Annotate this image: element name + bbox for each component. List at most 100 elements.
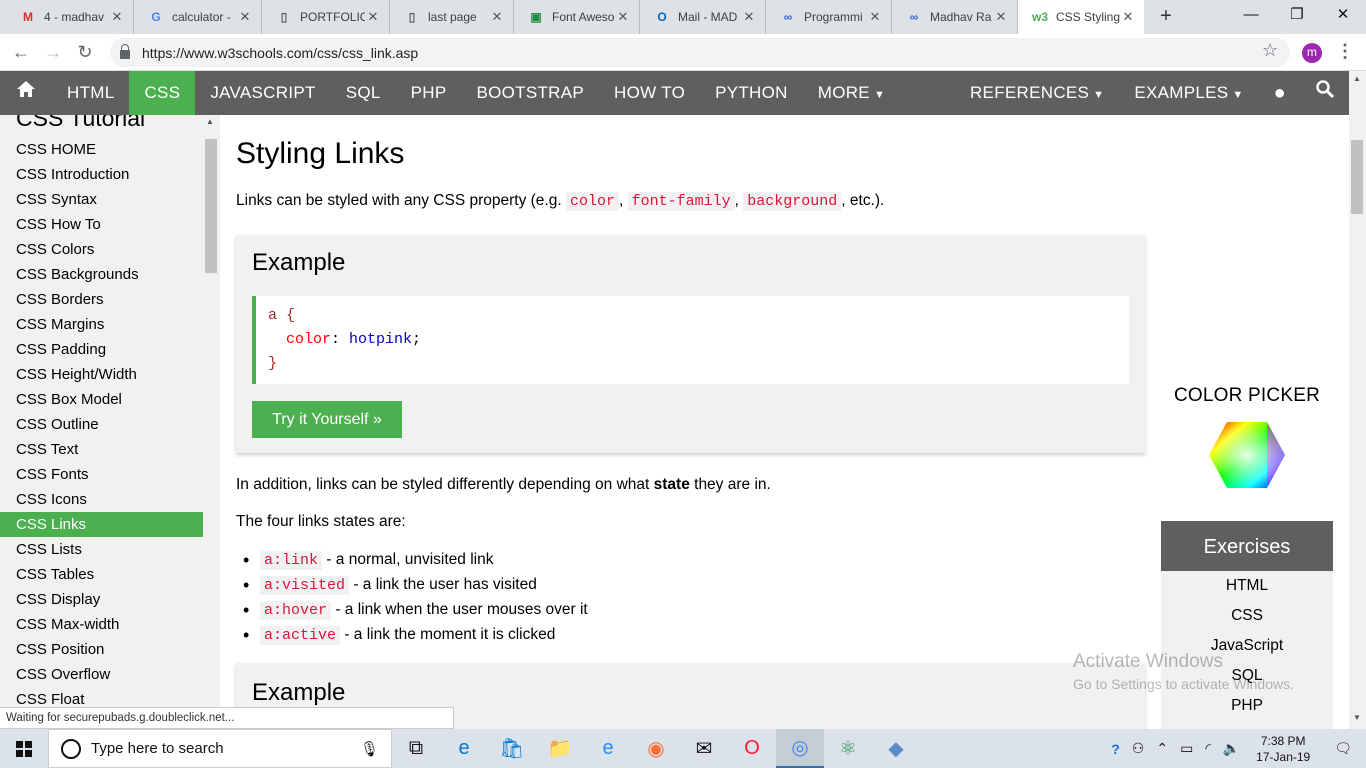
sidebar-item-css-margins[interactable]: CSS Margins xyxy=(0,312,203,337)
volume-icon[interactable]: 🔈 xyxy=(1217,740,1246,757)
restore-button[interactable]: ❐ xyxy=(1274,0,1320,30)
clock[interactable]: 7:38 PM 17-Jan-19 xyxy=(1246,733,1320,765)
edge-icon[interactable]: e xyxy=(440,729,488,768)
sidebar-item-css-fonts[interactable]: CSS Fonts xyxy=(0,462,203,487)
sidebar-item-css-links[interactable]: CSS Links xyxy=(0,512,203,537)
forward-button[interactable]: → xyxy=(40,40,66,64)
firefox-icon[interactable]: ◉ xyxy=(632,729,680,768)
nav-item-examples[interactable]: EXAMPLES ▼ xyxy=(1119,71,1258,115)
address-bar[interactable]: https://www.w3schools.com/css/css_link.a… xyxy=(110,38,1290,67)
scroll-up-arrow-icon[interactable]: ▲ xyxy=(206,117,214,126)
chrome-icon[interactable]: ◎ xyxy=(776,729,824,768)
page-scroll-up-icon[interactable]: ▲ xyxy=(1353,74,1361,83)
browser-menu-icon[interactable]: ⋮ xyxy=(1336,41,1354,62)
page-scroll-down-icon[interactable]: ▼ xyxy=(1353,713,1361,722)
tab-close-icon[interactable]: ✕ xyxy=(741,9,757,25)
minimize-button[interactable]: — xyxy=(1228,0,1274,30)
people-icon[interactable]: ⚇ xyxy=(1126,740,1151,757)
sidebar-item-css-padding[interactable]: CSS Padding xyxy=(0,337,203,362)
color-picker-title[interactable]: COLOR PICKER xyxy=(1161,385,1333,407)
sidebar-item-css-how-to[interactable]: CSS How To xyxy=(0,212,203,237)
sidebar-item-css-text[interactable]: CSS Text xyxy=(0,437,203,462)
sidebar-scrollbar-thumb[interactable] xyxy=(205,139,217,273)
globe-icon[interactable]: ● xyxy=(1259,71,1301,115)
wifi-icon[interactable]: ◜ xyxy=(1199,740,1216,757)
tab-close-icon[interactable]: ✕ xyxy=(993,9,1009,25)
task-view-icon[interactable]: ⧉ xyxy=(392,729,440,768)
search-icon[interactable] xyxy=(1301,71,1349,115)
tab-close-icon[interactable]: ✕ xyxy=(1120,9,1136,25)
back-button[interactable]: ← xyxy=(8,40,34,64)
microphone-icon[interactable]: 🎙 xyxy=(360,740,379,758)
sidebar-item-css-syntax[interactable]: CSS Syntax xyxy=(0,187,203,212)
url-text[interactable]: https://www.w3schools.com/css/css_link.a… xyxy=(142,45,418,61)
help-icon[interactable]: ? xyxy=(1105,741,1126,757)
nav-item-more[interactable]: MORE ▼ xyxy=(803,71,900,115)
browser-tab[interactable]: w3 CSS Styling ✕ xyxy=(1018,0,1144,34)
sidebar-item-css-borders[interactable]: CSS Borders xyxy=(0,287,203,312)
sidebar-item-css-icons[interactable]: CSS Icons xyxy=(0,487,203,512)
sidebar-item-css-max-width[interactable]: CSS Max-width xyxy=(0,612,203,637)
nav-item-sql[interactable]: SQL xyxy=(331,71,396,115)
try-it-yourself-button[interactable]: Try it Yourself » xyxy=(252,401,402,438)
browser-tab[interactable]: M 4 - madhav ✕ xyxy=(6,0,134,34)
sidebar-item-css-display[interactable]: CSS Display xyxy=(0,587,203,612)
sidebar-item-css-introduction[interactable]: CSS Introduction xyxy=(0,162,203,187)
sidebar-item-css-tables[interactable]: CSS Tables xyxy=(0,562,203,587)
reload-button[interactable]: ↻ xyxy=(72,40,98,64)
profile-avatar[interactable]: m xyxy=(1302,43,1322,63)
sidebar-item-css-box-model[interactable]: CSS Box Model xyxy=(0,387,203,412)
nav-item-css[interactable]: CSS xyxy=(129,71,196,115)
tab-close-icon[interactable]: ✕ xyxy=(867,9,883,25)
browser-tab[interactable]: ▣ Font Aweso ✕ xyxy=(514,0,640,34)
browser-tab[interactable]: O Mail - MAD ✕ xyxy=(640,0,766,34)
store-icon[interactable]: 🛍 xyxy=(488,729,536,768)
sidebar-item-css-lists[interactable]: CSS Lists xyxy=(0,537,203,562)
taskbar-search[interactable]: Type here to search 🎙 xyxy=(48,729,392,768)
color-wheel-icon[interactable] xyxy=(1207,420,1287,490)
atom-icon[interactable]: ⚛ xyxy=(824,729,872,768)
sidebar-item-css-colors[interactable]: CSS Colors xyxy=(0,237,203,262)
start-button[interactable] xyxy=(0,729,48,768)
exercise-link-css[interactable]: CSS xyxy=(1161,601,1333,631)
browser-tab[interactable]: Gcalculator - ✕ xyxy=(134,0,262,34)
new-tab-button[interactable]: + xyxy=(1154,4,1178,28)
browser-tab[interactable]: ▯ PORTFOLIO ✕ xyxy=(262,0,390,34)
nav-item-html[interactable]: HTML xyxy=(52,71,129,115)
nav-item-how-to[interactable]: HOW TO xyxy=(599,71,700,115)
sidebar-item-css-backgrounds[interactable]: CSS Backgrounds xyxy=(0,262,203,287)
bookmark-star-icon[interactable]: ☆ xyxy=(1262,40,1278,61)
home-icon[interactable] xyxy=(0,71,52,115)
nav-item-bootstrap[interactable]: BOOTSTRAP xyxy=(461,71,599,115)
mail-icon[interactable]: ✉ xyxy=(680,729,728,768)
page-scrollbar-thumb[interactable] xyxy=(1351,140,1363,214)
notifications-icon[interactable]: 🗨 xyxy=(1320,740,1366,757)
battery-icon[interactable]: ▭ xyxy=(1174,740,1199,757)
tab-close-icon[interactable]: ✕ xyxy=(365,9,381,25)
virtualbox-icon[interactable]: ◆ xyxy=(872,729,920,768)
exercise-link-php[interactable]: PHP xyxy=(1161,691,1333,721)
browser-tab[interactable]: ∞ Programmi ✕ xyxy=(766,0,892,34)
nav-item-python[interactable]: PYTHON xyxy=(700,71,803,115)
tab-close-icon[interactable]: ✕ xyxy=(615,9,631,25)
nav-item-label: HOW TO xyxy=(614,83,686,102)
tab-close-icon[interactable]: ✕ xyxy=(489,9,505,25)
nav-item-php[interactable]: PHP xyxy=(396,71,462,115)
tab-close-icon[interactable]: ✕ xyxy=(109,9,125,25)
close-window-button[interactable]: ✕ xyxy=(1320,0,1366,30)
tab-close-icon[interactable]: ✕ xyxy=(237,9,253,25)
nav-item-javascript[interactable]: JAVASCRIPT xyxy=(195,71,330,115)
browser-tab[interactable]: ∞ Madhav Ra ✕ xyxy=(892,0,1018,34)
ie-icon[interactable]: e xyxy=(584,729,632,768)
show-hidden-icons[interactable]: ⌃ xyxy=(1150,740,1174,757)
sidebar-item-css-height-width[interactable]: CSS Height/Width xyxy=(0,362,203,387)
nav-item-references[interactable]: REFERENCES ▼ xyxy=(955,71,1119,115)
file-explorer-icon[interactable]: 📁 xyxy=(536,729,584,768)
opera-icon[interactable]: O xyxy=(728,729,776,768)
sidebar-item-css-overflow[interactable]: CSS Overflow xyxy=(0,662,203,687)
sidebar-item-css-outline[interactable]: CSS Outline xyxy=(0,412,203,437)
browser-tab[interactable]: ▯ last page ✕ xyxy=(390,0,514,34)
exercise-link-html[interactable]: HTML xyxy=(1161,571,1333,601)
sidebar-item-css-home[interactable]: CSS HOME xyxy=(0,137,203,162)
sidebar-item-css-position[interactable]: CSS Position xyxy=(0,637,203,662)
